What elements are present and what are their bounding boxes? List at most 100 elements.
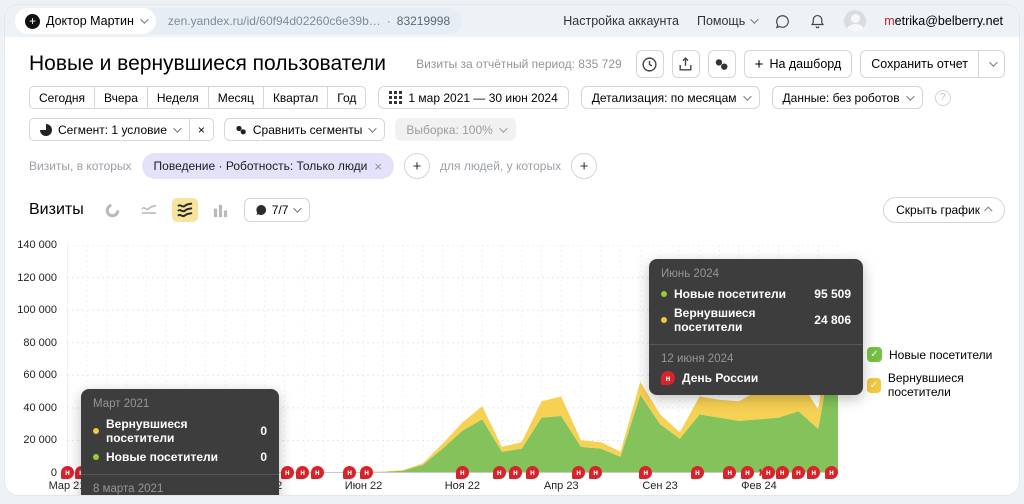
holiday-date: 8 марта 2021 bbox=[93, 483, 267, 495]
period-group: Сегодня Вчера Неделя Месяц Квартал Год bbox=[29, 86, 366, 109]
holiday-marker[interactable]: н bbox=[360, 466, 373, 479]
series-value: 0 bbox=[260, 450, 267, 464]
holiday-pin-icon: н bbox=[509, 466, 522, 479]
detail-label: Детализация: по месяцам bbox=[592, 91, 737, 105]
series-dot bbox=[93, 428, 99, 434]
period-year[interactable]: Год bbox=[328, 86, 366, 109]
y-tick-label: 0 bbox=[5, 467, 57, 479]
period-week[interactable]: Неделя bbox=[148, 86, 209, 109]
holiday-marker[interactable]: н bbox=[741, 466, 762, 479]
add-visit-filter-button[interactable]: + bbox=[404, 153, 430, 179]
holiday-pin-icon: н bbox=[296, 466, 309, 479]
holiday-marker[interactable]: н bbox=[281, 466, 294, 479]
holiday-marker[interactable]: н bbox=[762, 466, 775, 479]
holiday-pin-icon: н bbox=[311, 466, 324, 479]
add-people-filter-button[interactable]: + bbox=[571, 153, 597, 179]
tooltip-row: Новые посетители 95 509 bbox=[661, 287, 851, 301]
period-today[interactable]: Сегодня bbox=[29, 86, 95, 109]
holiday-marker[interactable]: н bbox=[456, 466, 469, 479]
close-icon[interactable]: × bbox=[374, 159, 382, 174]
holiday-marker[interactable]: н bbox=[526, 466, 539, 479]
save-report-menu-button[interactable] bbox=[979, 50, 1005, 78]
period-month[interactable]: Месяц bbox=[209, 86, 264, 109]
chart-type-line-button[interactable] bbox=[136, 198, 162, 222]
holiday-marker[interactable]: н bbox=[296, 466, 309, 479]
export-button[interactable] bbox=[672, 50, 700, 78]
date-range-button[interactable]: 1 мар 2021 — 30 июн 2024 bbox=[378, 86, 568, 109]
holiday-marker[interactable]: н bbox=[639, 466, 652, 479]
chart-type-area-button[interactable] bbox=[172, 198, 198, 222]
holiday-marker[interactable]: н bbox=[61, 466, 74, 479]
counter-group: + Доктор Мартин zen.yandex.ru/id/60f94d0… bbox=[15, 8, 462, 34]
save-report-split: Сохранить отчет bbox=[860, 50, 1005, 78]
holiday-marker[interactable]: н bbox=[825, 466, 838, 479]
account-settings-link[interactable]: Настройка аккаунта bbox=[563, 14, 679, 28]
help-menu[interactable]: Помощь bbox=[697, 14, 756, 28]
date-range-label: 1 мар 2021 — 30 июн 2024 bbox=[408, 91, 557, 105]
chat-icon[interactable] bbox=[774, 13, 791, 30]
sampling-select[interactable]: Выборка: 100% bbox=[395, 118, 515, 141]
annotations-button[interactable]: 7/7 bbox=[244, 198, 311, 222]
topbar-right: Настройка аккаунта Помощь metrika@belber… bbox=[563, 10, 1003, 32]
filter-row: Визиты, в которых Поведение · Роботность… bbox=[29, 153, 1019, 179]
chevron-down-icon bbox=[369, 124, 377, 132]
line-chart-icon bbox=[140, 201, 158, 219]
chart-header: Визиты 7/7 Скрыть график bbox=[29, 197, 1005, 223]
holiday-pin-icon: н bbox=[61, 466, 74, 479]
period-quarter[interactable]: Квартал bbox=[264, 86, 328, 109]
holiday-marker[interactable]: н bbox=[509, 466, 522, 479]
series-value: 95 509 bbox=[814, 287, 851, 301]
holiday-name: День России bbox=[682, 371, 758, 385]
hide-chart-button[interactable]: Скрыть график bbox=[883, 197, 1005, 223]
period-yesterday[interactable]: Вчера bbox=[95, 86, 148, 109]
segment-clear-button[interactable]: × bbox=[190, 118, 214, 141]
data-mode-label: Данные: без роботов bbox=[783, 91, 900, 105]
chevron-down-icon bbox=[750, 15, 758, 23]
series-value: 24 806 bbox=[814, 313, 851, 327]
chart-title: Визиты bbox=[29, 201, 84, 219]
holiday-marker[interactable]: н bbox=[723, 466, 736, 479]
filter-chip-label: Поведение · Роботность: Только люди bbox=[154, 159, 368, 173]
segment-select[interactable]: Сегмент: 1 условие bbox=[29, 118, 190, 141]
chevron-up-icon bbox=[984, 206, 992, 214]
detail-select[interactable]: Детализация: по месяцам bbox=[581, 86, 760, 109]
legend-new-visitors[interactable]: ✓ Новые посетители bbox=[867, 347, 1019, 362]
holiday-marker[interactable]: н bbox=[589, 466, 602, 479]
bell-icon[interactable] bbox=[809, 13, 826, 30]
compare-segments-select[interactable]: Сравнить сегменты bbox=[224, 118, 386, 141]
holiday-marker[interactable]: н bbox=[776, 466, 789, 479]
divider bbox=[649, 344, 863, 345]
filter-chip-robots[interactable]: Поведение · Роботность: Только люди × bbox=[142, 153, 394, 179]
legend-returning-visitors[interactable]: ✓ Вернувшиеся посетители bbox=[867, 371, 1019, 399]
segment-toolbar: Сегмент: 1 условие × Сравнить сегменты В… bbox=[29, 118, 1019, 141]
counter-switcher[interactable]: + Доктор Мартин bbox=[15, 8, 156, 34]
holiday-marker[interactable]: н bbox=[691, 466, 704, 479]
counter-id: 83219998 bbox=[397, 14, 450, 28]
chart-type-pie-button[interactable] bbox=[100, 198, 126, 222]
help-question-icon[interactable]: ? bbox=[935, 90, 951, 106]
add-to-dashboard-button[interactable]: + На дашборд bbox=[744, 50, 853, 78]
user-avatar[interactable] bbox=[844, 10, 866, 32]
chevron-down-icon bbox=[989, 58, 997, 66]
holiday-pin-icon: н bbox=[691, 466, 704, 479]
y-tick-label: 140 000 bbox=[5, 239, 57, 251]
chevron-down-icon bbox=[906, 92, 914, 100]
segments-compare-button[interactable] bbox=[708, 50, 736, 78]
tooltip-row: Вернувшиеся посетители 0 bbox=[93, 417, 267, 445]
export-icon bbox=[677, 56, 694, 73]
annotations-count: 7/7 bbox=[272, 203, 289, 217]
metrika-app: + Доктор Мартин zen.yandex.ru/id/60f94d0… bbox=[4, 4, 1020, 496]
series-name: Новые посетители bbox=[674, 287, 807, 301]
chevron-down-icon bbox=[140, 15, 148, 23]
holiday-marker[interactable]: н bbox=[311, 466, 324, 479]
user-email[interactable]: metrika@belberry.net bbox=[884, 14, 1003, 28]
save-report-button[interactable]: Сохранить отчет bbox=[860, 50, 979, 78]
visits-in-label: Визиты, в которых bbox=[29, 159, 132, 173]
holiday-pin-icon: н bbox=[456, 466, 469, 479]
chart-type-bar-button[interactable] bbox=[208, 198, 234, 222]
holiday-pin-icon: н bbox=[762, 466, 775, 479]
data-mode-select[interactable]: Данные: без роботов bbox=[772, 86, 923, 109]
checkbox-checked-icon: ✓ bbox=[867, 378, 881, 393]
history-button[interactable] bbox=[636, 50, 664, 78]
holiday-pin-icon: н bbox=[589, 466, 602, 479]
